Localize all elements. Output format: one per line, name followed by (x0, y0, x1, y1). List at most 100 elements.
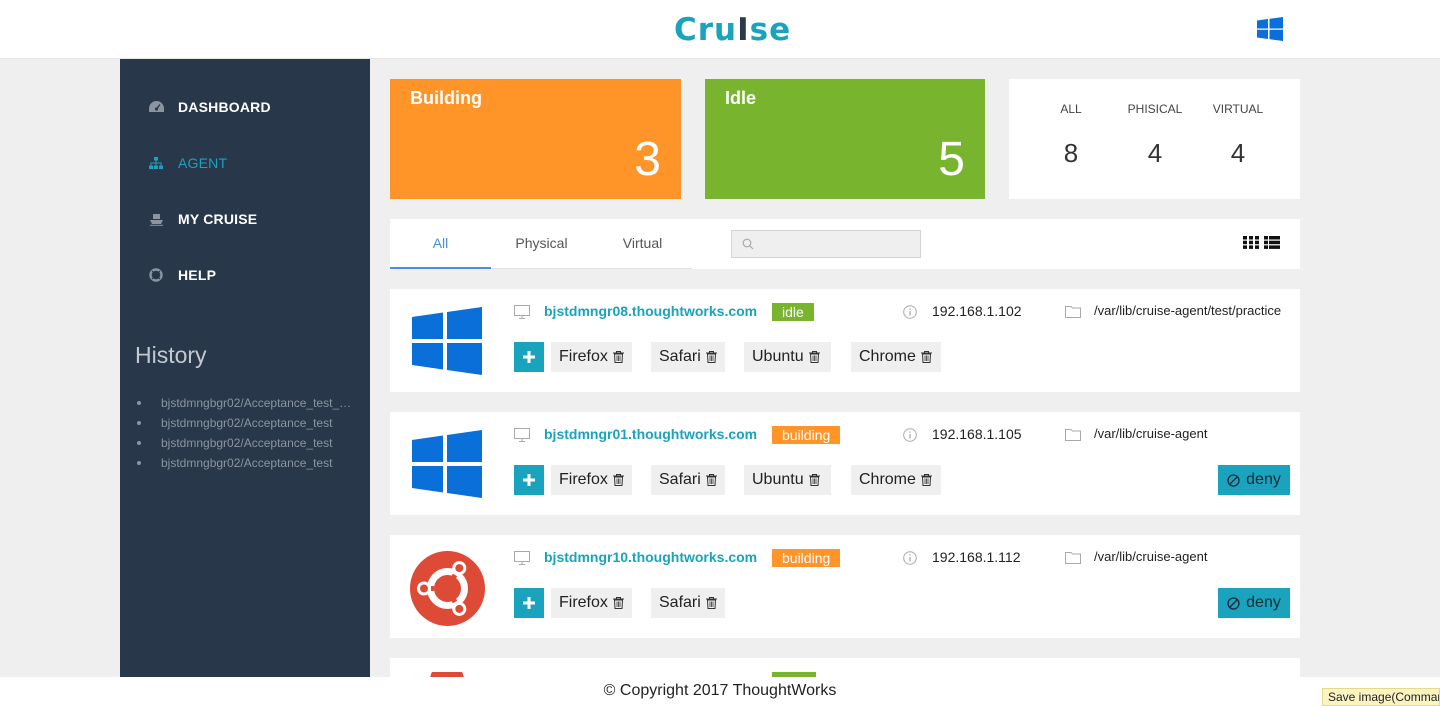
trash-icon[interactable] (920, 351, 932, 363)
search-box[interactable] (731, 230, 921, 258)
agent-hostname[interactable]: bjstdmngr01.thoughtworks.com (544, 426, 757, 442)
windows-logo-icon (412, 307, 482, 375)
resource-tag: Firefox (551, 342, 632, 372)
add-resource-button[interactable] (514, 588, 544, 618)
monitor-icon (514, 551, 530, 565)
tab-all[interactable]: All (390, 219, 491, 269)
deny-label: deny (1246, 594, 1281, 611)
resource-tag: Firefox (551, 465, 632, 495)
summary-virtual: VIRTUAL 4 (1208, 102, 1268, 169)
sidebar-item-dashboard[interactable]: DASHBOARD (148, 97, 271, 117)
summary-physical-count: 4 (1147, 138, 1163, 168)
tab-physical[interactable]: Physical (491, 219, 592, 269)
agent-path: /var/lib/cruise-agent/test/practice (1094, 303, 1282, 318)
tooltip: Save image(Command+S) (1322, 688, 1440, 706)
app-header: CruIse (0, 0, 1440, 59)
grid-view-icon[interactable] (1243, 236, 1259, 249)
sidebar: DASHBOARD AGENT MY CRUISE HELP History b… (120, 59, 370, 677)
resource-label: Safari (659, 471, 701, 488)
deny-button[interactable]: deny (1218, 465, 1290, 495)
agent-path: /var/lib/cruise-agent (1094, 549, 1208, 564)
sidebar-item-my-cruise[interactable]: MY CRUISE (148, 209, 257, 229)
summary-physical: PHISICAL 4 (1125, 102, 1185, 169)
add-resource-button[interactable] (514, 342, 544, 372)
history-item[interactable]: bjstdmngbgr02/Acceptance_test (135, 413, 355, 433)
resource-label: Safari (659, 348, 701, 365)
history-item[interactable]: bjstdmngbgr02/Acceptance_test (135, 433, 355, 453)
resource-label: Safari (659, 594, 701, 611)
idle-count: 5 (938, 133, 965, 186)
plus-icon (523, 597, 535, 609)
resource-tag: Safari (651, 342, 725, 372)
copyright-text: © Copyright 2017 ThoughtWorks (603, 682, 837, 699)
tab-virtual[interactable]: Virtual (592, 219, 693, 269)
ban-icon (1227, 473, 1240, 487)
info-icon (903, 305, 917, 319)
agent-card[interactable]: bjstdmngr10.thoughtworks.com building 19… (390, 535, 1300, 638)
resource-label: Chrome (859, 471, 916, 488)
plus-icon (523, 474, 535, 486)
summary-card: ALL 8 PHISICAL 4 VIRTUAL 4 (1009, 79, 1300, 199)
resource-label: Chrome (859, 348, 916, 365)
dashboard-icon (148, 99, 164, 115)
history-list: bjstdmngbgr02/Acceptance_test_with_long_… (135, 393, 355, 473)
resource-tag: Ubuntu (744, 342, 831, 372)
resource-tag: Ubuntu (744, 465, 831, 495)
agent-hostname[interactable]: bjstdmngr08.thoughtworks.com (544, 303, 757, 319)
agent-ip: 192.168.1.102 (932, 303, 1022, 319)
status-badge: idle (772, 303, 814, 321)
filter-bar: All Physical Virtual (390, 219, 1300, 269)
sidebar-item-label: AGENT (178, 155, 228, 171)
status-badge: building (772, 426, 841, 444)
agent-hostname[interactable]: bjstdmngr10.thoughtworks.com (544, 549, 757, 565)
trash-icon[interactable] (612, 351, 624, 363)
trash-icon[interactable] (705, 351, 717, 363)
agent-ip: 192.168.1.105 (932, 426, 1022, 442)
summary-all: ALL 8 (1041, 102, 1101, 169)
sidebar-item-help[interactable]: HELP (148, 265, 216, 285)
building-card[interactable]: Building 3 (390, 79, 681, 199)
resource-label: Firefox (559, 594, 608, 611)
add-resource-button[interactable] (514, 465, 544, 495)
trash-icon[interactable] (612, 597, 624, 609)
sidebar-item-agent[interactable]: AGENT (148, 153, 227, 173)
trash-icon[interactable] (920, 474, 932, 486)
monitor-icon (514, 428, 530, 442)
resource-label: Ubuntu (752, 471, 804, 488)
sidebar-item-label: HELP (178, 267, 217, 283)
list-view-icon[interactable] (1264, 236, 1280, 249)
monitor-icon (514, 305, 530, 319)
summary-all-count: 8 (1063, 138, 1079, 168)
building-count: 3 (634, 133, 661, 186)
resource-tag: Chrome (851, 465, 941, 495)
ubuntu-logo-icon (410, 551, 485, 626)
resource-tag: Firefox (551, 588, 632, 618)
windows-icon[interactable] (1257, 17, 1283, 41)
deny-label: deny (1246, 471, 1281, 488)
idle-card[interactable]: Idle 5 (705, 79, 985, 199)
history-item[interactable]: bjstdmngbgr02/Acceptance_test (135, 453, 355, 473)
trash-icon[interactable] (808, 474, 820, 486)
footer: © Copyright 2017 ThoughtWorks (0, 677, 1440, 706)
resource-tag: Safari (651, 465, 725, 495)
trash-icon[interactable] (808, 351, 820, 363)
deny-button[interactable]: deny (1218, 588, 1290, 618)
trash-icon[interactable] (705, 474, 717, 486)
trash-icon[interactable] (612, 474, 624, 486)
trash-icon[interactable] (705, 597, 717, 609)
search-input[interactable] (760, 233, 915, 255)
history-item[interactable]: bjstdmngbgr02/Acceptance_test_with_long_… (135, 393, 355, 413)
status-badge: building (772, 549, 841, 567)
agent-ip: 192.168.1.112 (932, 549, 1021, 565)
resource-tag: Chrome (851, 342, 941, 372)
summary-virtual-label: VIRTUAL (1212, 102, 1264, 116)
agent-card[interactable]: bjstdmngr01.thoughtworks.com building 19… (390, 412, 1300, 515)
agent-card-partial[interactable] (390, 658, 1300, 677)
sidebar-item-label: DASHBOARD (178, 99, 271, 115)
sitemap-icon (148, 155, 164, 171)
ban-icon (1227, 596, 1240, 610)
cruise-logo[interactable]: CruIse (674, 10, 791, 50)
agent-card[interactable]: bjstdmngr08.thoughtworks.com idle 192.16… (390, 289, 1300, 392)
info-icon (903, 428, 917, 442)
summary-all-label: ALL (1060, 102, 1082, 116)
